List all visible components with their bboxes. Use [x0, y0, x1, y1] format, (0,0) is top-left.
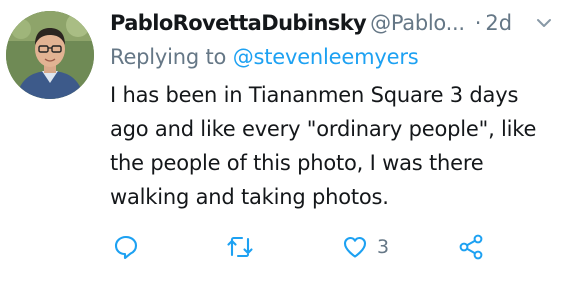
- tweet-text-line: ago and like every "ordinary people", li…: [110, 117, 537, 141]
- retweet-button[interactable]: [225, 232, 263, 262]
- share-button[interactable]: [457, 232, 485, 262]
- tweet-text-line: I has been in Tiananmen Square 3 days: [110, 83, 519, 107]
- heart-icon: [343, 236, 367, 258]
- tweet-timestamp[interactable]: 2d: [485, 11, 512, 35]
- like-button[interactable]: 3: [341, 232, 389, 262]
- replying-to-mention[interactable]: @stevenleemyers: [233, 45, 419, 69]
- author-handle[interactable]: @Pablo...: [370, 11, 465, 35]
- author-name[interactable]: PabloRovettaDubinsky: [110, 11, 367, 35]
- share-icon: [459, 234, 483, 260]
- tweet-header: PabloRovettaDubinsky @Pablo... · 2d: [110, 9, 565, 37]
- replying-to-label: Replying to: [110, 45, 227, 69]
- header-separator: ·: [474, 11, 482, 35]
- chevron-down-icon[interactable]: [535, 14, 553, 32]
- retweet-icon: [227, 236, 253, 258]
- tweet: PabloRovettaDubinsky @Pablo... · 2d Replyin…: [0, 0, 574, 281]
- tweet-text-line: the people of this photo, I was there: [110, 151, 484, 175]
- avatar[interactable]: [6, 11, 94, 99]
- replying-to: Replying to @stevenleemyers: [110, 43, 419, 71]
- reply-button[interactable]: [112, 232, 148, 262]
- tweet-text-line: walking and taking photos.: [110, 185, 389, 209]
- tweet-actions: 3: [0, 232, 574, 262]
- tweet-text: I has been in Tiananmen Square 3 days ag…: [110, 78, 565, 214]
- avatar-image: [6, 11, 94, 99]
- reply-icon: [114, 235, 138, 260]
- like-count: 3: [377, 236, 390, 258]
